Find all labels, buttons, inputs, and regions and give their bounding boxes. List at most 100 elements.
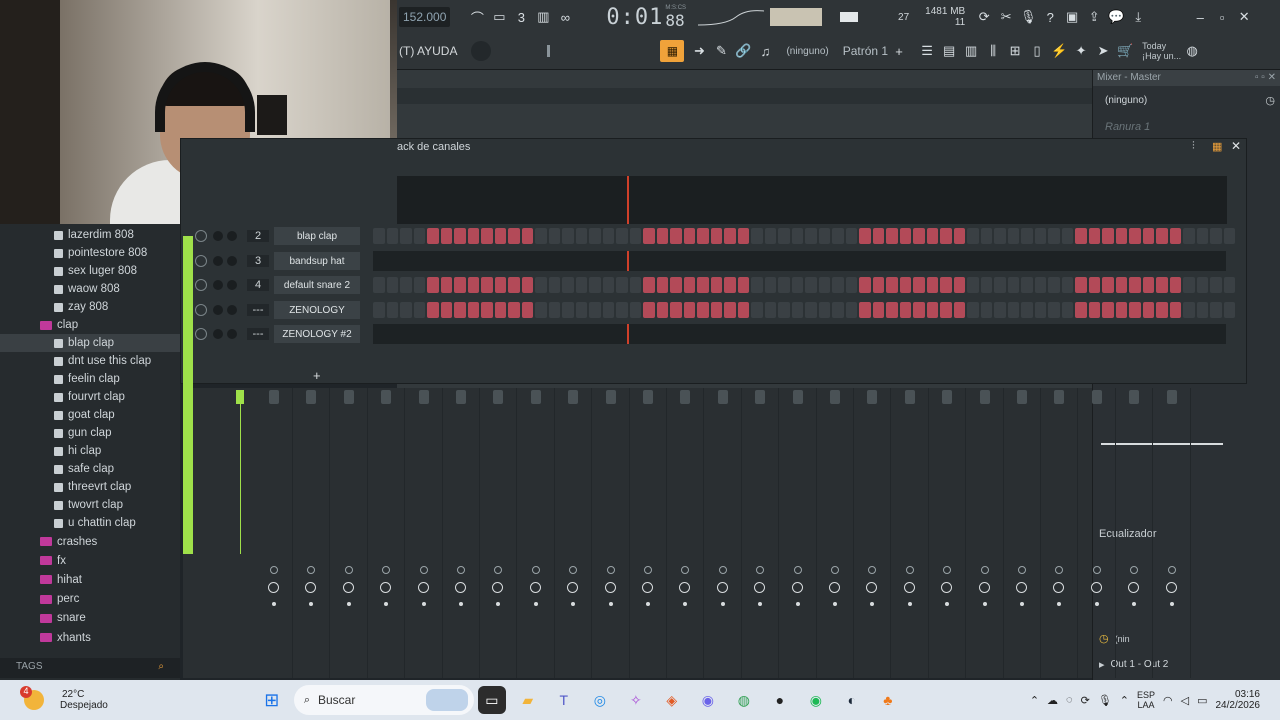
step-button[interactable] [1061, 277, 1073, 293]
step-button[interactable] [1142, 277, 1154, 293]
step-button[interactable] [535, 277, 547, 293]
step-button[interactable] [1048, 302, 1060, 318]
step-button[interactable] [764, 302, 776, 318]
pan-knob[interactable] [213, 256, 223, 266]
step-button[interactable] [751, 302, 763, 318]
step-button[interactable] [562, 277, 574, 293]
step-button[interactable] [616, 228, 628, 244]
step-button[interactable] [1075, 228, 1087, 244]
insert-pan-knob[interactable] [270, 566, 278, 574]
step-button[interactable] [427, 228, 439, 244]
step-button[interactable] [535, 228, 547, 244]
step-button[interactable] [832, 277, 844, 293]
step-button[interactable] [481, 228, 493, 244]
piano-roll-button[interactable]: ▦ [660, 40, 685, 62]
step-button[interactable] [629, 228, 641, 244]
insert-pan-knob[interactable] [382, 566, 391, 574]
browser-file[interactable]: u chattin clap [0, 514, 180, 532]
insert-routing-knob[interactable] [604, 582, 616, 593]
insert-pan-knob[interactable] [344, 566, 353, 574]
browser-icon[interactable]: ⊞ [1004, 40, 1026, 62]
step-button[interactable] [413, 277, 425, 293]
step-button[interactable] [845, 277, 857, 293]
insert-mute-dot[interactable] [384, 602, 389, 606]
step-button[interactable] [1115, 228, 1127, 244]
insert-pan-knob[interactable] [681, 566, 690, 574]
step-button[interactable] [575, 228, 587, 244]
step-button[interactable] [1210, 228, 1222, 244]
step-button[interactable] [616, 302, 628, 318]
step-view-icon[interactable]: ▦ [1212, 140, 1222, 153]
insert-mute-dot[interactable] [982, 602, 987, 606]
insert-routing-knob[interactable] [1165, 582, 1177, 593]
step-button[interactable] [859, 302, 871, 318]
step-button[interactable] [886, 302, 898, 318]
step-button[interactable] [575, 302, 587, 318]
browser-file[interactable]: safe clap [0, 460, 180, 478]
step-button[interactable] [710, 228, 722, 244]
mixer-slot-selector[interactable]: (ninguno) [1105, 95, 1147, 106]
mixer-insert-strip[interactable] [332, 388, 368, 678]
step-button[interactable] [1156, 228, 1168, 244]
piano-roll-preview[interactable] [373, 324, 1226, 344]
insert-routing-knob[interactable] [978, 582, 990, 593]
tray-up-icon[interactable]: ⌃ [1120, 694, 1129, 707]
insert-mute-dot[interactable] [608, 602, 613, 606]
mic-tray-icon[interactable]: 🎙 [1098, 694, 1112, 707]
step-button[interactable] [670, 302, 682, 318]
channel-rack-icon[interactable]: ▤ [938, 40, 960, 62]
step-button[interactable] [508, 228, 520, 244]
browser-file[interactable]: feelin clap [0, 370, 180, 388]
discord-icon[interactable]: ◉ [694, 686, 722, 714]
step-button[interactable] [751, 277, 763, 293]
step-button[interactable] [1183, 302, 1195, 318]
mixer-insert-strip[interactable] [706, 388, 742, 678]
insert-fader[interactable] [568, 390, 579, 404]
step-button[interactable] [1129, 302, 1141, 318]
insert-routing-knob[interactable] [866, 582, 878, 593]
loop-record-icon[interactable]: ∞ [554, 6, 576, 28]
mixer-insert-strip[interactable] [930, 388, 967, 678]
download-icon[interactable]: ⤓ [1127, 6, 1149, 28]
browser-folder[interactable]: perc [0, 590, 180, 609]
channel-selector[interactable]: (ninguno) [786, 46, 828, 57]
step-button[interactable] [697, 228, 709, 244]
step-button[interactable] [683, 302, 695, 318]
step-button[interactable] [1061, 302, 1073, 318]
language-top[interactable]: ESP [1137, 690, 1155, 700]
step-button[interactable] [1115, 302, 1127, 318]
step-button[interactable] [521, 302, 533, 318]
insert-mute-dot[interactable] [646, 602, 650, 606]
mixer-icon[interactable]: ▥ [960, 40, 982, 62]
insert-pan-knob[interactable] [1167, 566, 1176, 574]
step-button[interactable] [926, 277, 938, 293]
step-button[interactable] [1088, 228, 1100, 244]
step-sequencer[interactable] [373, 228, 1235, 244]
insert-pan-knob[interactable] [307, 566, 316, 574]
step-button[interactable] [913, 228, 925, 244]
step-button[interactable] [494, 228, 506, 244]
step-button[interactable] [980, 228, 992, 244]
browser-folder[interactable]: xhants [0, 628, 180, 647]
step-button[interactable] [521, 228, 533, 244]
playlist-ruler[interactable] [397, 88, 1092, 104]
step-button[interactable] [940, 228, 952, 244]
step-button[interactable] [805, 277, 817, 293]
step-button[interactable] [562, 302, 574, 318]
obs-icon[interactable]: ● [766, 686, 794, 714]
insert-mute-dot[interactable] [945, 602, 950, 606]
step-button[interactable] [1048, 228, 1060, 244]
channel-mixer-track[interactable]: 4 [247, 279, 269, 291]
step-button[interactable] [521, 277, 533, 293]
reset-icon[interactable]: ⟳ [973, 6, 995, 28]
mixer-slot-1[interactable]: Ranura 1 [1105, 121, 1280, 133]
mixer-insert-strip[interactable] [594, 388, 630, 678]
channel-mixer-track[interactable]: --- [247, 328, 269, 340]
step-button[interactable] [724, 277, 736, 293]
mixer-insert-strip[interactable] [1080, 388, 1116, 678]
insert-pan-knob[interactable] [1130, 566, 1139, 574]
step-button[interactable] [1061, 228, 1073, 244]
pan-knob[interactable] [213, 329, 223, 339]
insert-mute-dot[interactable] [421, 602, 426, 606]
insert-mute-dot[interactable] [758, 602, 763, 606]
